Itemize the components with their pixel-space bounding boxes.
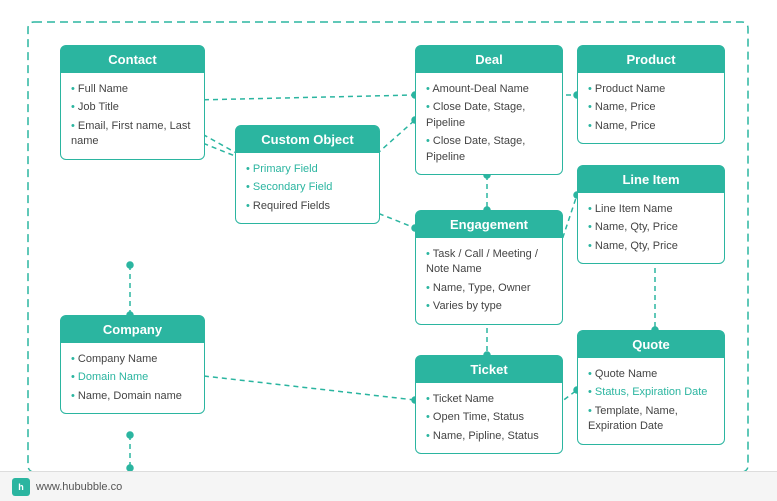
quote-body: Quote Name Status, Expiration Date Templ… [578, 358, 724, 444]
product-item-1: Product Name [588, 82, 714, 97]
product-header: Product [578, 46, 724, 73]
quote-item-2: Status, Expiration Date [588, 385, 714, 400]
ticket-item-2: Open Time, Status [426, 410, 552, 425]
deal-item-3: Close Date, Stage, Pipeline [426, 134, 552, 165]
line-item-header: Line Item [578, 166, 724, 193]
custom-object-card: Custom Object Primary Field Secondary Fi… [235, 125, 380, 224]
ticket-body: Ticket Name Open Time, Status Name, Pipl… [416, 383, 562, 453]
custom-item-1: Primary Field [246, 162, 369, 177]
company-item-3: Name, Domain name [71, 389, 194, 404]
ticket-item-1: Ticket Name [426, 392, 552, 407]
engagement-body: Task / Call / Meeting / Note Name Name, … [416, 238, 562, 324]
ticket-item-3: Name, Pipline, Status [426, 429, 552, 444]
company-item-1: Company Name [71, 352, 194, 367]
line-item-item-1: Line Item Name [588, 202, 714, 217]
product-card: Product Product Name Name, Price Name, P… [577, 45, 725, 144]
contact-header: Contact [61, 46, 204, 73]
quote-item-1: Quote Name [588, 367, 714, 382]
quote-header: Quote [578, 331, 724, 358]
engagement-card: Engagement Task / Call / Meeting / Note … [415, 210, 563, 325]
custom-item-2: Secondary Field [246, 180, 369, 195]
engagement-item-3: Varies by type [426, 299, 552, 314]
company-item-2: Domain Name [71, 370, 194, 385]
company-card: Company Company Name Domain Name Name, D… [60, 315, 205, 414]
product-body: Product Name Name, Price Name, Price [578, 73, 724, 143]
engagement-header: Engagement [416, 211, 562, 238]
footer-logo: h [12, 478, 30, 496]
line-item-item-3: Name, Qty, Price [588, 239, 714, 254]
quote-item-3: Template, Name, Expiration Date [588, 404, 714, 435]
ticket-header: Ticket [416, 356, 562, 383]
product-item-2: Name, Price [588, 100, 714, 115]
footer: h www.hububble.co [0, 471, 777, 501]
company-body: Company Name Domain Name Name, Domain na… [61, 343, 204, 413]
custom-object-body: Primary Field Secondary Field Required F… [236, 153, 379, 223]
ticket-card: Ticket Ticket Name Open Time, Status Nam… [415, 355, 563, 454]
company-header: Company [61, 316, 204, 343]
quote-card: Quote Quote Name Status, Expiration Date… [577, 330, 725, 445]
engagement-item-2: Name, Type, Owner [426, 281, 552, 296]
contact-body: Full Name Job Title Email, First name, L… [61, 73, 204, 159]
contact-item-1: Full Name [71, 82, 194, 97]
custom-item-3: Required Fields [246, 199, 369, 214]
deal-header: Deal [416, 46, 562, 73]
line-item-card: Line Item Line Item Name Name, Qty, Pric… [577, 165, 725, 264]
line-item-item-2: Name, Qty, Price [588, 220, 714, 235]
deal-body: Amount-Deal Name Close Date, Stage, Pipe… [416, 73, 562, 174]
deal-item-2: Close Date, Stage, Pipeline [426, 100, 552, 131]
product-item-3: Name, Price [588, 119, 714, 134]
deal-card: Deal Amount-Deal Name Close Date, Stage,… [415, 45, 563, 175]
contact-item-3: Email, First name, Last name [71, 119, 194, 150]
contact-item-2: Job Title [71, 100, 194, 115]
line-item-body: Line Item Name Name, Qty, Price Name, Qt… [578, 193, 724, 263]
custom-object-header: Custom Object [236, 126, 379, 153]
engagement-item-1: Task / Call / Meeting / Note Name [426, 247, 552, 278]
deal-item-1: Amount-Deal Name [426, 82, 552, 97]
contact-card: Contact Full Name Job Title Email, First… [60, 45, 205, 160]
footer-url: www.hububble.co [36, 481, 122, 493]
